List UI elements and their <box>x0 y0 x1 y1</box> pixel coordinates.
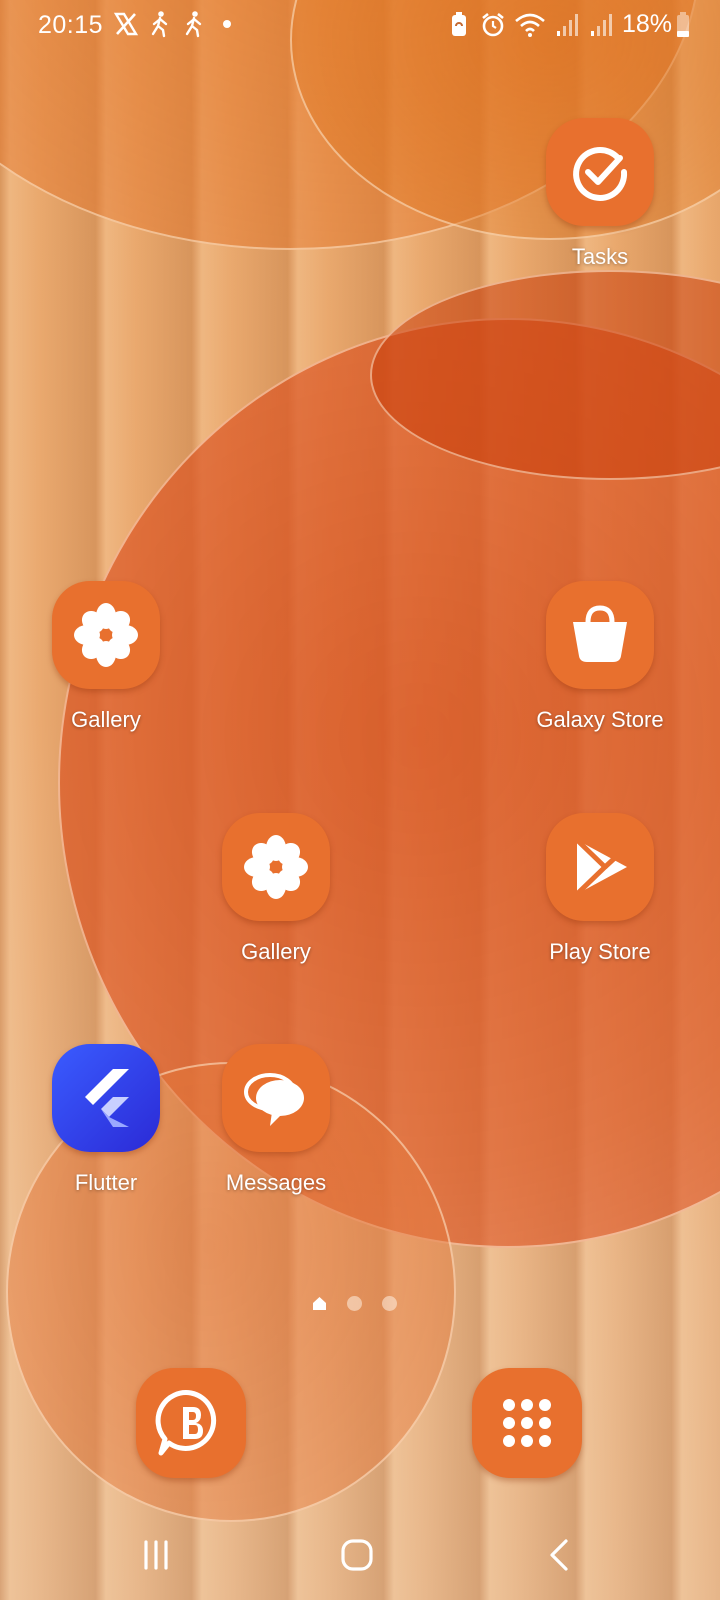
app-tile[interactable] <box>546 581 654 689</box>
page-dot <box>382 1296 397 1311</box>
app-tile[interactable] <box>52 581 160 689</box>
dock-whatsapp-business[interactable] <box>136 1368 246 1478</box>
messages-icon <box>244 1073 304 1126</box>
home-button[interactable] <box>327 1537 387 1573</box>
whatsapp-business-icon <box>155 1390 217 1456</box>
home-icon <box>341 1539 373 1571</box>
home-screen: 20:15 18% Tasks Gallery Galaxy Store Gal… <box>0 0 720 1600</box>
app-gallery[interactable]: Gallery <box>191 813 361 965</box>
home-page-indicator-icon <box>313 1297 326 1310</box>
battery-saver-icon <box>451 11 466 36</box>
app-label: Play Store <box>549 939 651 964</box>
app-tile[interactable] <box>222 813 330 921</box>
app-label: Flutter <box>74 1170 138 1195</box>
back-button[interactable] <box>530 1537 590 1573</box>
app-label: Tasks <box>571 244 629 269</box>
tasks-check-icon <box>573 146 628 201</box>
flutter-icon <box>85 1069 129 1127</box>
app-gallery[interactable]: Gallery <box>21 581 191 733</box>
status-time: 20:15 <box>38 11 104 39</box>
battery-icon <box>677 11 689 37</box>
app-label: Gallery <box>241 939 311 964</box>
back-icon <box>550 1539 568 1571</box>
walking-icon <box>151 11 168 38</box>
app-tasks[interactable]: Tasks <box>515 118 685 270</box>
dock-app-drawer[interactable] <box>472 1368 582 1478</box>
walking-icon <box>185 11 202 38</box>
app-label: Gallery <box>71 707 141 732</box>
app-play-store[interactable]: Play Store <box>515 813 685 965</box>
app-messages[interactable]: Messages <box>191 1044 361 1196</box>
page-dot <box>347 1296 362 1311</box>
signal-icon <box>556 13 578 36</box>
app-label: Messages <box>225 1170 327 1195</box>
notification-dot <box>223 20 231 28</box>
alarm-icon <box>482 12 504 36</box>
gallery-flower-icon <box>244 835 308 899</box>
battery-percent: 18% <box>621 10 672 38</box>
app-label: Galaxy Store <box>536 707 664 732</box>
x-icon <box>113 12 139 36</box>
wifi-icon <box>515 13 545 37</box>
recents-icon <box>144 1540 168 1570</box>
status-bar[interactable]: 20:15 18% <box>0 0 720 52</box>
signal-icon <box>590 13 612 36</box>
recents-button[interactable] <box>126 1537 186 1573</box>
page-indicator[interactable] <box>312 1296 397 1311</box>
app-tile[interactable] <box>546 813 654 921</box>
play-store-icon <box>575 838 627 896</box>
shopping-bag-icon <box>573 605 627 662</box>
app-tile[interactable] <box>546 118 654 226</box>
app-galaxy-store[interactable]: Galaxy Store <box>515 581 685 733</box>
app-tile[interactable] <box>222 1044 330 1152</box>
app-tile[interactable] <box>52 1044 160 1152</box>
app-flutter[interactable]: Flutter <box>21 1044 191 1196</box>
gallery-flower-icon <box>74 603 138 667</box>
app-drawer-icon <box>503 1399 551 1447</box>
